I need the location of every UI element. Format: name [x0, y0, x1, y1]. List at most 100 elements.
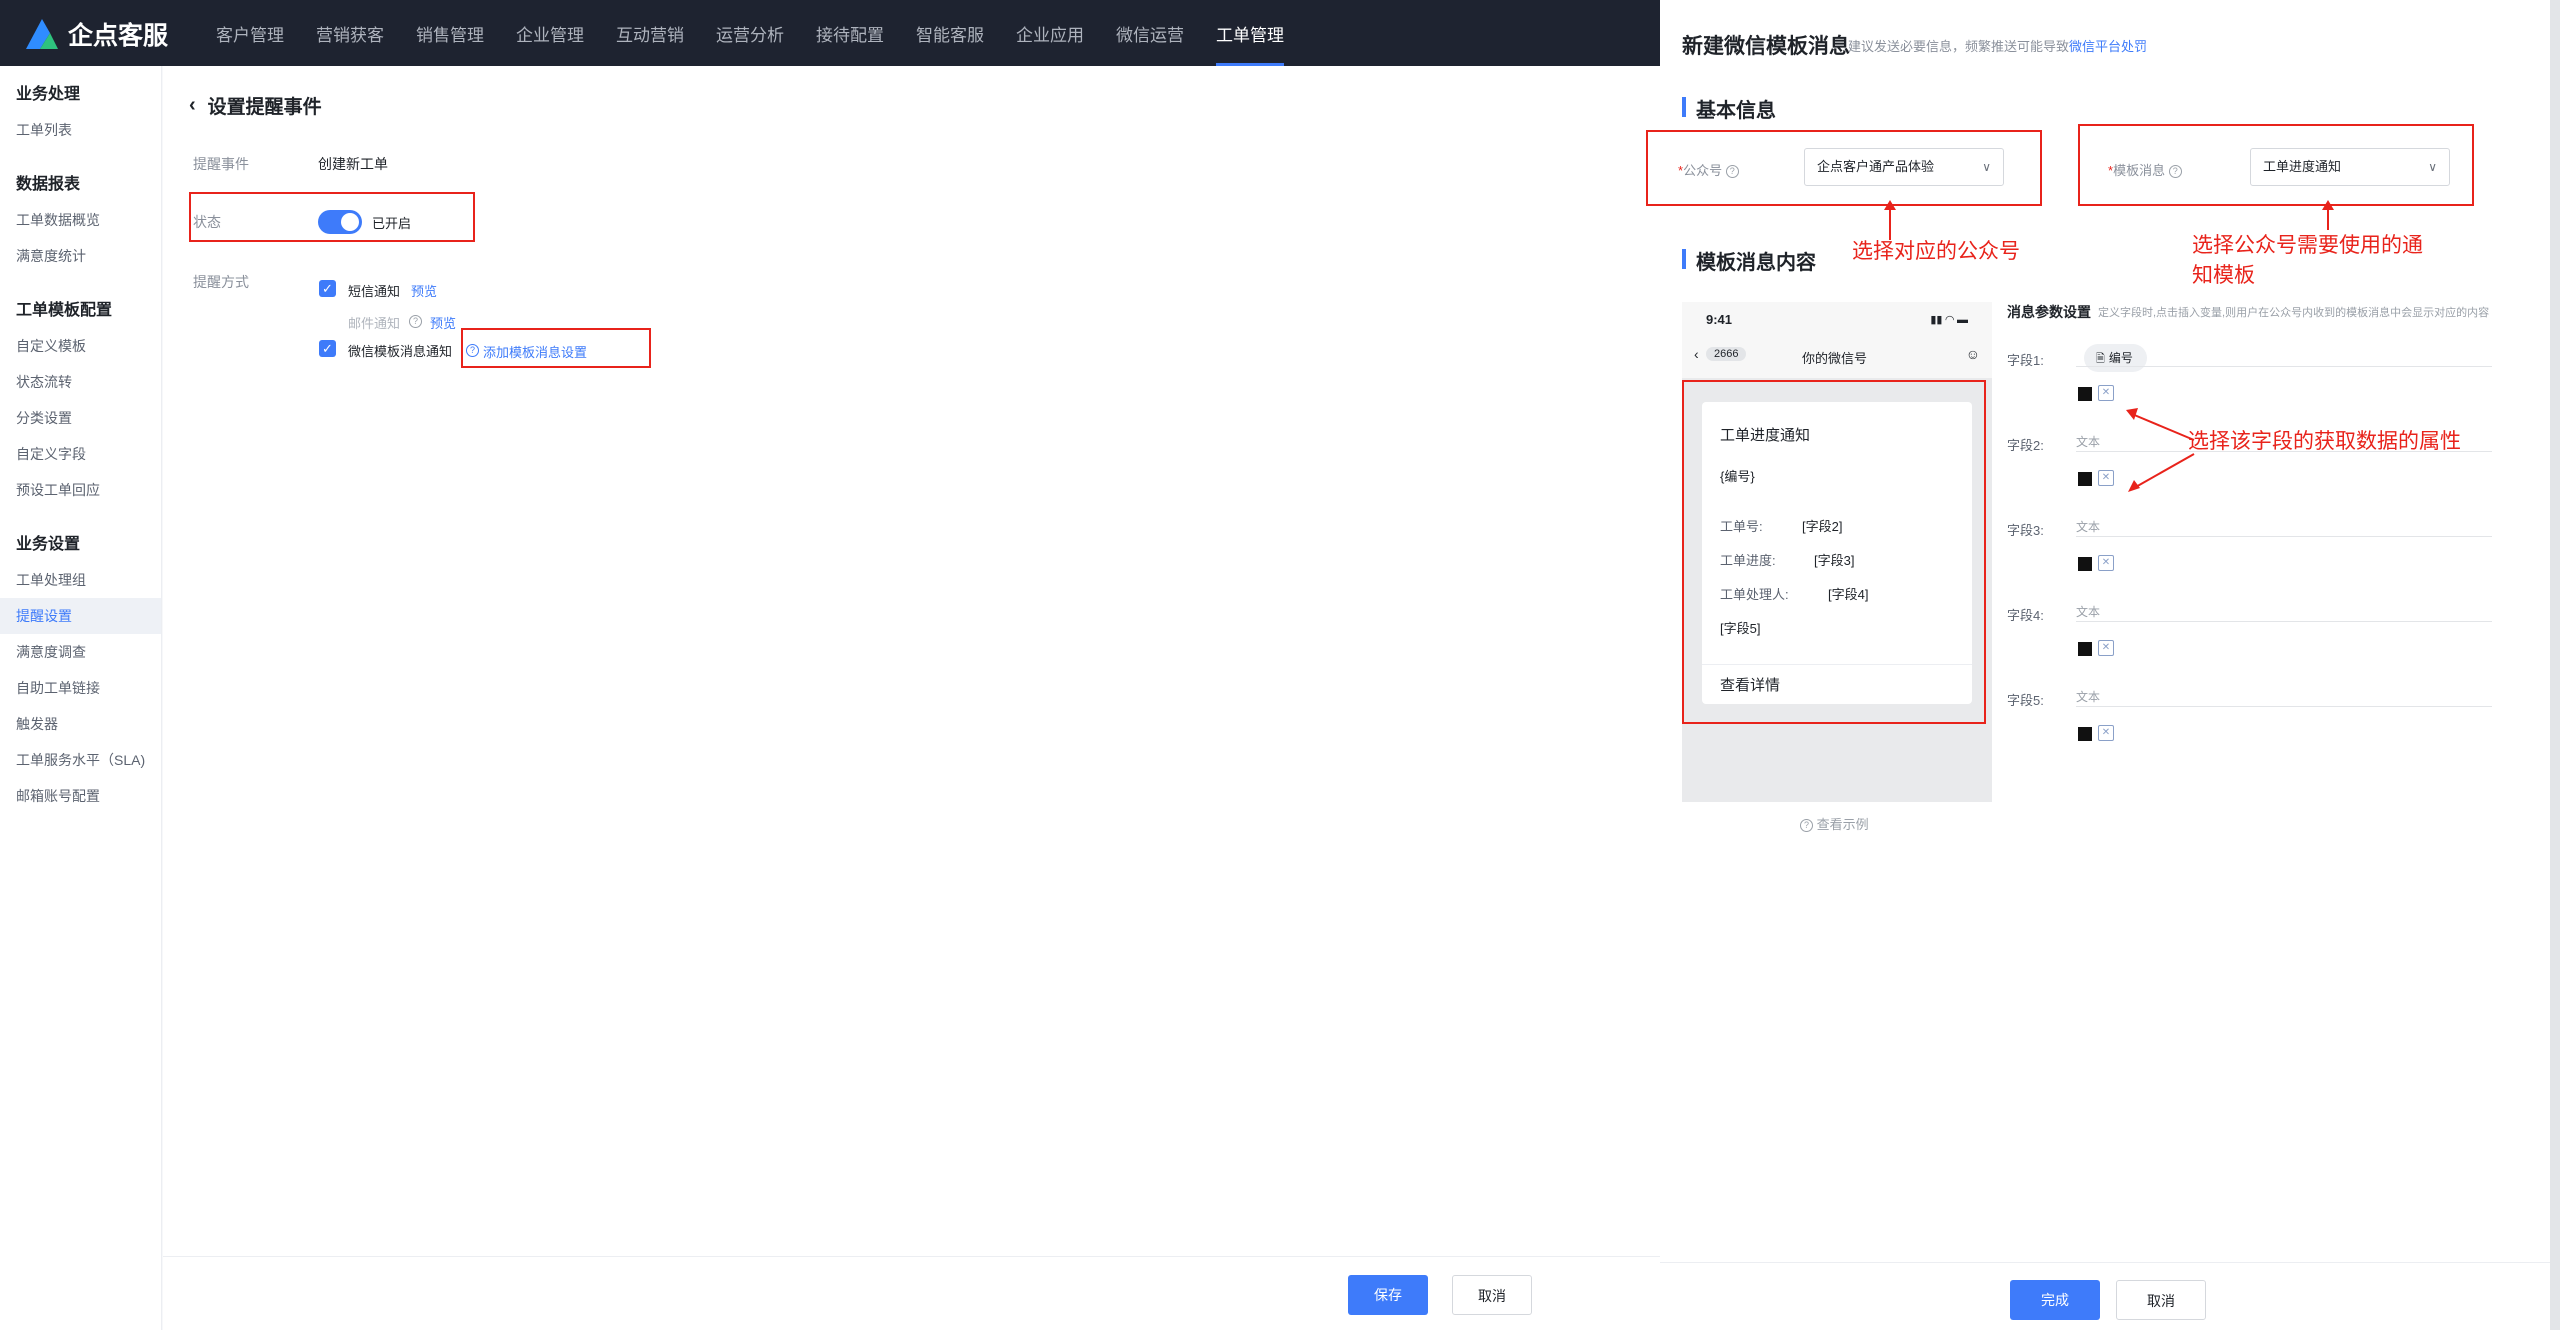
drawer-hint: 建议发送必要信息，频繁推送可能导致微信平台处罚: [1848, 39, 2148, 54]
field-type: 文本: [2076, 435, 2101, 449]
unread-badge: 2666: [1706, 347, 1747, 361]
view-example-link[interactable]: ? 查看示例: [1800, 814, 1869, 833]
annotation-account: 选择对应的公众号: [1852, 240, 2020, 263]
page-title: ‹ 设置提醒事件: [189, 92, 322, 119]
nav-item[interactable]: 企业应用: [1000, 0, 1100, 66]
annotation-arrow: [2322, 200, 2334, 230]
top-navigation: 企点客服 客户管理 营销获客 销售管理 企业管理 互动营销 运营分析 接待配置 智能客服 企业应…: [0, 0, 1660, 66]
cancel-button[interactable]: 取消: [1452, 1275, 1532, 1315]
nav-item[interactable]: 运营分析: [700, 0, 800, 66]
sidebar-item[interactable]: 满意度调查: [0, 634, 161, 670]
field-input-underline[interactable]: [2076, 621, 2492, 622]
sidebar-item[interactable]: 自定义模板: [0, 328, 161, 364]
drawer-cancel-button[interactable]: 取消: [2116, 1280, 2206, 1320]
signal-battery-icon: ▮▮ ◠ ▬: [1930, 313, 1968, 326]
brand-logo[interactable]: 企点客服: [22, 16, 168, 52]
field-input-underline[interactable]: [2076, 366, 2492, 367]
sidebar-item[interactable]: 满意度统计: [0, 238, 161, 274]
insert-variable-icon[interactable]: ✕: [2098, 470, 2114, 486]
nav-item[interactable]: 客户管理: [200, 0, 300, 66]
top-menu: 客户管理 营销获客 销售管理 企业管理 互动营销 运营分析 接待配置 智能客服 企业应用 微信运营…: [200, 0, 1300, 66]
main-footer: 保存 取消: [163, 1256, 1660, 1330]
event-label: 提醒事件: [193, 156, 249, 172]
chevron-left-icon: ‹: [1694, 346, 1699, 362]
help-icon[interactable]: ?: [409, 315, 422, 328]
params-hint: 定义字段时,点击插入变量,则用户在公众号内收到的模板消息中会显示对应的内容: [2098, 307, 2490, 319]
field-label: 字段4:: [2007, 608, 2044, 623]
color-swatch-icon[interactable]: [2078, 387, 2092, 401]
sidebar-item[interactable]: 状态流转: [0, 364, 161, 400]
nav-item[interactable]: 接待配置: [800, 0, 900, 66]
phone-nav-title: 你的微信号: [1802, 351, 1868, 366]
done-button[interactable]: 完成: [2010, 1280, 2100, 1320]
highlight-status: [189, 192, 475, 242]
field-type: 文本: [2076, 520, 2101, 534]
nav-item[interactable]: 工单管理: [1200, 0, 1300, 66]
color-swatch-icon[interactable]: [2078, 472, 2092, 486]
basic-info-title: 基本信息: [1682, 94, 1776, 123]
email-label: 邮件通知: [348, 316, 401, 331]
nav-item[interactable]: 智能客服: [900, 0, 1000, 66]
params-title: 消息参数设置: [2007, 304, 2091, 320]
field-input-underline[interactable]: [2076, 536, 2492, 537]
highlight-account: [1646, 130, 2042, 206]
nav-item[interactable]: 互动营销: [600, 0, 700, 66]
sidebar-group-title: 数据报表: [16, 176, 81, 193]
sidebar-item[interactable]: 触发器: [0, 706, 161, 742]
event-value: 创建新工单: [318, 156, 388, 172]
brand-logo-icon: [22, 17, 62, 51]
sidebar-item[interactable]: 工单数据概览: [0, 202, 161, 238]
sidebar-item[interactable]: 自定义字段: [0, 436, 161, 472]
phone-nav: ‹ 2666 你的微信号 ☺: [1682, 336, 1992, 378]
sidebar-group-title: 业务处理: [16, 86, 81, 103]
sidebar-item[interactable]: 预设工单回应: [0, 472, 161, 508]
document-icon: 🗎: [2096, 353, 2105, 365]
color-swatch-icon[interactable]: [2078, 557, 2092, 571]
phone-time: 9:41: [1706, 311, 1733, 327]
field-label: 字段3:: [2007, 523, 2044, 538]
sidebar-item[interactable]: 工单列表: [0, 112, 161, 148]
sidebar-item[interactable]: 工单服务水平（SLA): [0, 742, 161, 778]
phone-status-bar: 9:41 ▮▮ ◠ ▬: [1682, 302, 1992, 336]
wechat-checkbox[interactable]: ✓: [319, 340, 336, 357]
color-swatch-icon[interactable]: [2078, 727, 2092, 741]
save-button[interactable]: 保存: [1348, 1275, 1428, 1315]
wechat-template-drawer: 新建微信模板消息 建议发送必要信息，频繁推送可能导致微信平台处罚 基本信息 *公…: [1646, 0, 2560, 1330]
wechat-penalty-link[interactable]: 微信平台处罚: [2069, 39, 2147, 54]
annotation-template: 选择公众号需要使用的通知模板: [2192, 234, 2423, 287]
nav-item[interactable]: 营销获客: [300, 0, 400, 66]
email-preview-link[interactable]: 预览: [430, 313, 456, 332]
sms-label: 短信通知: [348, 284, 401, 299]
insert-variable-icon[interactable]: ✕: [2098, 725, 2114, 741]
sms-checkbox[interactable]: ✓: [319, 280, 336, 297]
chevron-left-icon[interactable]: ‹: [189, 94, 196, 117]
sidebar-item[interactable]: 工单处理组: [0, 562, 161, 598]
annotation-arrow: [2126, 408, 2195, 492]
page-title-text: 设置提醒事件: [207, 97, 322, 118]
field-type: 文本: [2076, 605, 2101, 619]
insert-variable-icon[interactable]: ✕: [2098, 385, 2114, 401]
insert-variable-icon[interactable]: ✕: [2098, 555, 2114, 571]
main-content: ‹ 设置提醒事件 提醒事件 创建新工单 状态 已开启 提醒方式 ✓ 短信通知 预…: [163, 66, 1660, 1256]
highlight-add-template: [461, 328, 651, 368]
method-label: 提醒方式: [193, 274, 249, 290]
sidebar-item[interactable]: 邮箱账号配置: [0, 778, 161, 814]
insert-variable-icon[interactable]: ✕: [2098, 640, 2114, 656]
color-swatch-icon[interactable]: [2078, 642, 2092, 656]
nav-item[interactable]: 企业管理: [500, 0, 600, 66]
content-title: 模板消息内容: [1682, 246, 1816, 275]
scrollbar-area[interactable]: [2550, 0, 2560, 1330]
nav-item[interactable]: 销售管理: [400, 0, 500, 66]
field-variable-tag[interactable]: 🗎 编号: [2084, 344, 2147, 372]
nav-item[interactable]: 微信运营: [1100, 0, 1200, 66]
field-label: 字段2:: [2007, 438, 2044, 453]
sms-preview-link[interactable]: 预览: [411, 281, 437, 300]
highlight-template: [2078, 124, 2474, 206]
field-input-underline[interactable]: [2076, 706, 2492, 707]
sidebar-item[interactable]: 提醒设置: [0, 598, 161, 634]
field-label: 字段1:: [2007, 353, 2044, 368]
sidebar-item[interactable]: 分类设置: [0, 400, 161, 436]
annotation-fields: 选择该字段的获取数据的属性: [2188, 430, 2461, 453]
sidebar-item[interactable]: 自助工单链接: [0, 670, 161, 706]
sidebar-group-title: 业务设置: [16, 536, 81, 553]
